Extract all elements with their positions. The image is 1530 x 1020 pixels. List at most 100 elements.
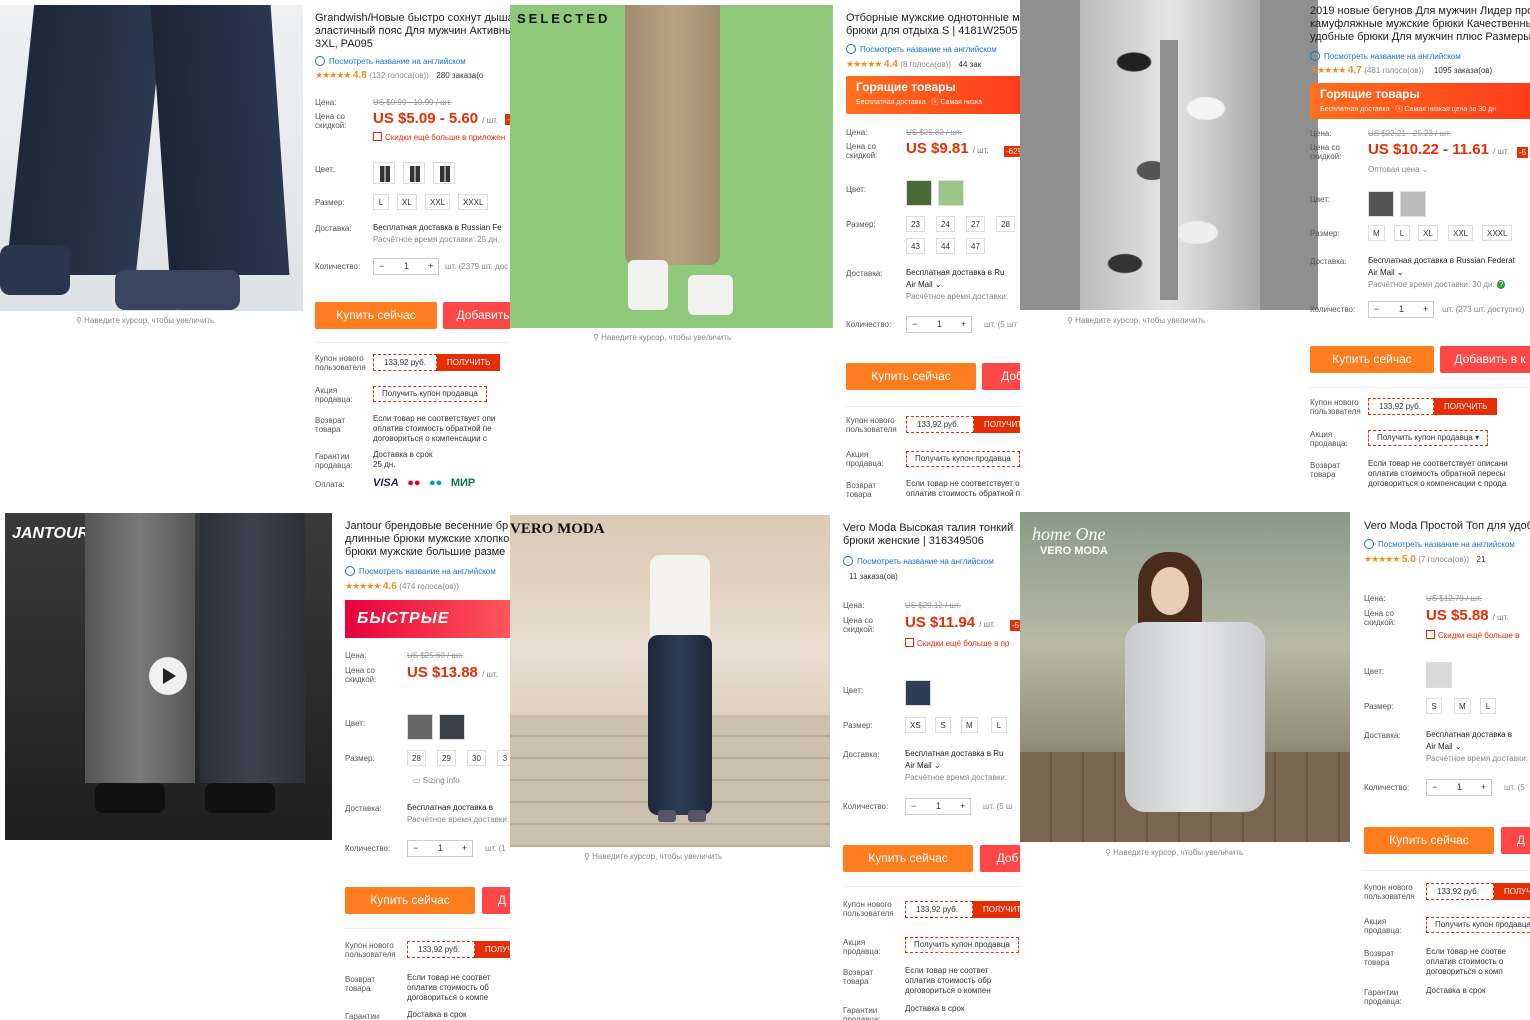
wholesale-price-link[interactable]: Оптовая цена ⌄ (1368, 165, 1429, 174)
size-option[interactable]: XXL (425, 194, 451, 210)
buy-now-button[interactable]: Купить сейчас (846, 363, 976, 390)
color-swatch[interactable] (1368, 191, 1394, 217)
size-option[interactable]: L (1394, 225, 1410, 241)
buy-now-button[interactable]: Купить сейчас (843, 845, 973, 872)
color-swatch[interactable] (433, 162, 455, 184)
size-option[interactable]: 47 (966, 238, 985, 254)
add-to-cart-button[interactable]: Добавить (443, 302, 510, 329)
size-option[interactable]: 30 (467, 750, 486, 766)
product-image[interactable] (0, 5, 303, 311)
product-image[interactable]: SELECTED (510, 5, 833, 328)
product-title[interactable]: Vero Moda Простой Топ для удоб (1364, 520, 1530, 533)
size-option[interactable]: M (1368, 225, 1385, 241)
size-option[interactable]: L (1480, 698, 1496, 714)
app-discount-link[interactable]: Скидки ещё больше в приложен (373, 132, 505, 142)
shipping-info[interactable]: Бесплатная доставка в Ru Air Mail ⌄ Расчёт… (905, 748, 1007, 784)
shipping-info[interactable]: Бесплатная доставка в Russian Fe Расчётно… (373, 222, 502, 246)
quantity-stepper[interactable]: −1 + (373, 258, 439, 275)
quantity-stepper[interactable]: −1 + (905, 798, 971, 815)
size-option[interactable]: S (935, 717, 951, 733)
english-title-link[interactable]: Посмотреть название на английском (846, 44, 997, 54)
seller-coupon-dropdown[interactable]: Получить купон продавца ▾ (1368, 430, 1489, 446)
english-title-link[interactable]: Посмотреть название на английском (1310, 51, 1461, 61)
size-option[interactable]: 29 (437, 750, 456, 766)
size-option[interactable]: XS (905, 717, 926, 733)
product-image[interactable] (1020, 0, 1318, 310)
size-option[interactable]: S (1426, 698, 1442, 714)
seller-coupon-dropdown[interactable]: Получить купон продавца (905, 937, 1019, 953)
get-coupon-button[interactable]: ПОЛУЧИТЬ (1494, 883, 1530, 900)
size-option[interactable]: 3 (497, 750, 510, 766)
size-option[interactable]: XXL (1448, 225, 1474, 241)
quantity-stepper[interactable]: −1 + (1368, 301, 1434, 318)
add-to-cart-button[interactable]: Д (1501, 827, 1530, 854)
color-swatch[interactable] (439, 714, 465, 740)
english-title-link[interactable]: Посмотреть название на английском (315, 56, 466, 66)
add-to-cart-button[interactable]: Д (482, 887, 510, 914)
product-title[interactable]: 2019 новые бегунов Для мужчин Лидер прод… (1310, 5, 1530, 44)
size-option[interactable]: 44 (936, 238, 955, 254)
color-swatch[interactable] (1426, 662, 1452, 688)
size-option[interactable]: M (961, 717, 978, 733)
color-swatch[interactable] (403, 162, 425, 184)
product-title[interactable]: Jantour брендовые весенние бр длинные брю… (345, 520, 509, 559)
buy-now-button[interactable]: Купить сейчас (315, 302, 437, 329)
rating[interactable]: ★★★★★ 4.6 (474 голоса(ов)) (345, 581, 459, 592)
app-discount-link[interactable]: Скидки ещё больше в (1426, 630, 1519, 640)
rating[interactable]: ★★★★★ 4.7 (481 голоса(ов)) 1095 заказа(о… (1310, 65, 1492, 76)
hot-deals-banner[interactable]: Горящие товары Бесплатная доставка ⓢ Сама… (1310, 83, 1530, 119)
add-to-cart-button[interactable]: Доб (980, 845, 1020, 872)
size-option[interactable]: XXXL (458, 194, 489, 210)
size-option[interactable]: 24 (936, 216, 955, 232)
hot-deals-banner[interactable]: Горящие товары Бесплатная доставка ⓢ Сама… (846, 76, 1020, 114)
color-swatch[interactable] (938, 180, 964, 206)
product-image[interactable]: VERO MODA (510, 515, 830, 847)
get-coupon-button[interactable]: ПОЛУЧИТЬ (475, 941, 510, 958)
color-swatch[interactable] (407, 714, 433, 740)
color-swatch[interactable] (905, 680, 931, 706)
size-option[interactable]: 43 (906, 238, 925, 254)
flash-deals-banner[interactable]: БЫСТРЫЕ СДЕЛКИ (345, 600, 510, 665)
seller-coupon-dropdown[interactable]: Получить купон продавца (373, 386, 487, 402)
shipping-info[interactable]: Бесплатная доставка в Расчётное время дос… (407, 802, 509, 826)
size-option[interactable]: L (991, 717, 1007, 733)
size-option[interactable]: 28 (996, 216, 1015, 232)
seller-coupon-dropdown[interactable]: Получить купон продавца (1426, 917, 1530, 933)
size-option[interactable]: 28 (407, 750, 426, 766)
product-title[interactable]: Grandwish/Новые быстро сохнут дышащ элас… (315, 12, 510, 51)
add-to-cart-button[interactable]: Доб (982, 363, 1020, 390)
app-discount-link[interactable]: Скидки ещё больше в пр (905, 638, 1009, 648)
get-coupon-button[interactable]: ПОЛУЧИТЬ (437, 354, 501, 371)
english-title-link[interactable]: Посмотреть название на английском (843, 556, 994, 566)
size-option[interactable]: 27 (966, 216, 985, 232)
product-title[interactable]: Отборные мужские однотонные м брюки для о… (846, 12, 1020, 38)
add-to-cart-button[interactable]: Добавить в к (1440, 346, 1530, 373)
rating[interactable]: ★★★★★ 4.4 (8 голоса(ов)) 44 зак (846, 59, 981, 70)
play-video-icon[interactable] (149, 657, 187, 695)
quantity-stepper[interactable]: −1 + (407, 840, 473, 857)
size-option[interactable]: L (373, 194, 389, 210)
quantity-stepper[interactable]: −1 + (1426, 779, 1492, 796)
product-image[interactable]: home One VERO MODA (1020, 512, 1350, 842)
help-icon[interactable]: ? (1496, 280, 1506, 289)
size-option[interactable]: 23 (906, 216, 925, 232)
get-coupon-button[interactable]: ПОЛУЧИТЬ (1434, 398, 1498, 415)
get-coupon-button[interactable]: ПОЛУЧИТЬ (973, 901, 1020, 918)
buy-now-button[interactable]: Купить сейчас (1364, 827, 1494, 854)
color-swatch[interactable] (373, 162, 395, 184)
buy-now-button[interactable]: Купить сейчас (345, 887, 475, 914)
color-swatch[interactable] (906, 180, 932, 206)
size-option[interactable]: M (1454, 698, 1471, 714)
size-option[interactable]: XL (397, 194, 417, 210)
quantity-stepper[interactable]: −1 + (906, 316, 972, 333)
rating[interactable]: ★★★★★ 5.0 (7 голоса(ов)) 21 (1364, 554, 1485, 565)
product-title[interactable]: Vero Moda Высокая талия тонкий брюки женс… (843, 522, 1013, 548)
color-swatch[interactable] (1400, 191, 1426, 217)
shipping-info[interactable]: Бесплатная доставка в Air Mail ⌄ Расчётное… (1426, 729, 1528, 765)
seller-coupon-dropdown[interactable]: Получить купон продавца (906, 451, 1020, 467)
shipping-info[interactable]: Бесплатная доставка в Russian Federat Air… (1368, 255, 1515, 291)
english-title-link[interactable]: Посмотреть название на английском (345, 566, 496, 576)
get-coupon-button[interactable]: ПОЛУЧИТЬ (974, 416, 1020, 433)
sizing-info-link[interactable]: ▭ Sizing info (413, 776, 460, 785)
shipping-info[interactable]: Бесплатная доставка в Ru Air Mail ⌄ Расчёт… (906, 267, 1008, 303)
